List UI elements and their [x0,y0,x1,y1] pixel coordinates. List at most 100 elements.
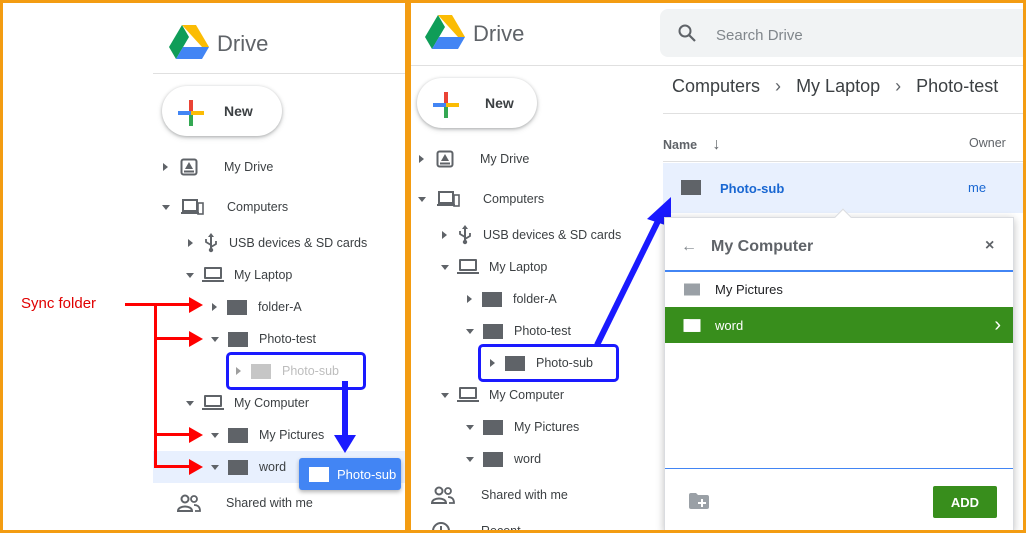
drive-logo-text: Drive [473,21,525,46]
file-row-photo-sub[interactable]: Photo-sub me [663,163,1023,213]
new-button[interactable]: New [417,78,537,128]
expand-arrow-icon[interactable] [163,163,168,171]
nav-my-drive[interactable]: My Drive [419,147,529,171]
folder-icon [681,180,701,195]
nav-my-pictures[interactable]: My Pictures [211,423,324,447]
folder-icon [483,451,503,467]
add-button[interactable]: ADD [933,486,997,518]
collapse-arrow-icon[interactable] [466,424,474,430]
close-icon[interactable]: × [985,237,994,255]
dialog-folder-item-selected[interactable]: word › [665,307,1013,343]
nav-usb-devices[interactable]: USB devices & SD cards [188,231,367,255]
expand-arrow-icon[interactable] [490,359,495,367]
collapse-arrow-icon[interactable] [211,336,219,342]
expand-arrow-icon[interactable] [467,295,472,303]
column-header-owner[interactable]: Owner [969,136,1006,150]
column-header-name[interactable]: Name ↓ [663,136,721,154]
dragged-item-chip[interactable]: Photo-sub [299,458,401,490]
search-icon[interactable] [678,24,696,42]
folder-icon [482,291,502,307]
laptop-icon [202,395,224,411]
nav-label: Computers [227,200,289,214]
back-arrow-icon[interactable]: ← [681,238,697,256]
laptop-icon [457,259,479,275]
plus-icon [178,100,204,126]
dialog-item-label: My Pictures [715,281,783,297]
search-input[interactable]: Search Drive [660,9,1023,57]
nav-my-computer[interactable]: My Computer [441,383,564,407]
nav-word[interactable]: word [466,447,541,471]
laptop-icon [202,267,224,283]
drive-logo-icon [425,15,465,49]
collapse-arrow-icon[interactable] [186,400,194,406]
nav-my-computer[interactable]: My Computer [186,391,309,415]
nav-label: Computers [483,192,545,206]
collapse-arrow-icon[interactable] [211,464,219,470]
nav-photo-test[interactable]: Photo-test [211,327,316,351]
plus-icon [433,92,459,118]
nav-label: USB devices & SD cards [229,236,368,250]
folder-icon [228,427,248,443]
folder-icon [683,318,701,332]
nav-my-drive[interactable]: My Drive [163,155,273,179]
nav-photo-sub-ghost[interactable]: Photo-sub [236,359,339,383]
annotation-line [154,303,192,306]
collapse-arrow-icon[interactable] [466,456,474,462]
sort-arrow-down-icon[interactable]: ↓ [713,136,721,153]
dialog-title: My Computer [711,238,814,255]
collapse-arrow-icon[interactable] [211,432,219,438]
nav-folder-a[interactable]: folder-A [212,295,302,319]
nav-computers[interactable]: Computers [162,195,288,219]
expand-arrow-icon[interactable] [442,231,447,239]
dialog-item-label: word [715,317,744,333]
file-name: Photo-sub [720,181,785,196]
dialog-folder-item[interactable]: My Pictures [665,271,1013,307]
chevron-right-icon[interactable]: › [994,314,1001,337]
column-header-label: Name [663,138,698,152]
nav-photo-test[interactable]: Photo-test [466,319,571,343]
nav-recent-partial[interactable]: Recent [431,519,521,530]
clock-icon [432,522,450,530]
new-folder-icon[interactable] [689,493,709,509]
collapse-arrow-icon[interactable] [441,392,449,398]
new-button[interactable]: New [162,86,282,136]
folder-icon [228,459,248,475]
nav-label: Shared with me [481,488,568,502]
computers-icon [181,199,204,215]
nav-my-laptop[interactable]: My Laptop [186,263,292,287]
collapse-arrow-icon[interactable] [466,328,474,334]
annotation-line [154,433,192,436]
nav-shared-with-me[interactable]: Shared with me [177,491,313,515]
annotation-arrow-head [189,427,203,443]
drag-chip-label: Photo-sub [337,466,397,482]
nav-my-pictures[interactable]: My Pictures [466,415,579,439]
nav-label: word [514,452,542,466]
file-owner: me [968,180,987,195]
expand-arrow-icon[interactable] [419,155,424,163]
expand-arrow-icon[interactable] [236,367,241,375]
chevron-right-icon: › [775,76,782,96]
my-drive-icon [180,158,198,176]
collapse-arrow-icon[interactable] [162,204,170,210]
nav-word[interactable]: word [211,455,286,479]
nav-my-laptop[interactable]: My Laptop [441,255,547,279]
nav-folder-a[interactable]: folder-A [467,287,557,311]
sync-folder-annotation: Sync folder [21,295,97,312]
nav-label: Photo-test [259,332,316,346]
nav-photo-sub[interactable]: Photo-sub [490,351,593,375]
breadcrumb-item-current[interactable]: Photo-test [916,76,998,96]
breadcrumb-item[interactable]: My Laptop [796,76,880,96]
expand-arrow-icon[interactable] [188,239,193,247]
breadcrumb-item[interactable]: Computers [672,76,760,96]
collapse-arrow-icon[interactable] [186,272,194,278]
annotation-line [154,465,192,468]
nav-shared-with-me[interactable]: Shared with me [431,483,568,507]
people-icon [431,486,455,504]
collapse-arrow-icon[interactable] [418,196,426,202]
drive-logo-icon [169,25,209,59]
expand-arrow-icon[interactable] [212,303,217,311]
nav-computers[interactable]: Computers [418,187,544,211]
collapse-arrow-icon[interactable] [441,264,449,270]
usb-icon [459,225,471,245]
nav-label: Photo-sub [536,356,593,370]
